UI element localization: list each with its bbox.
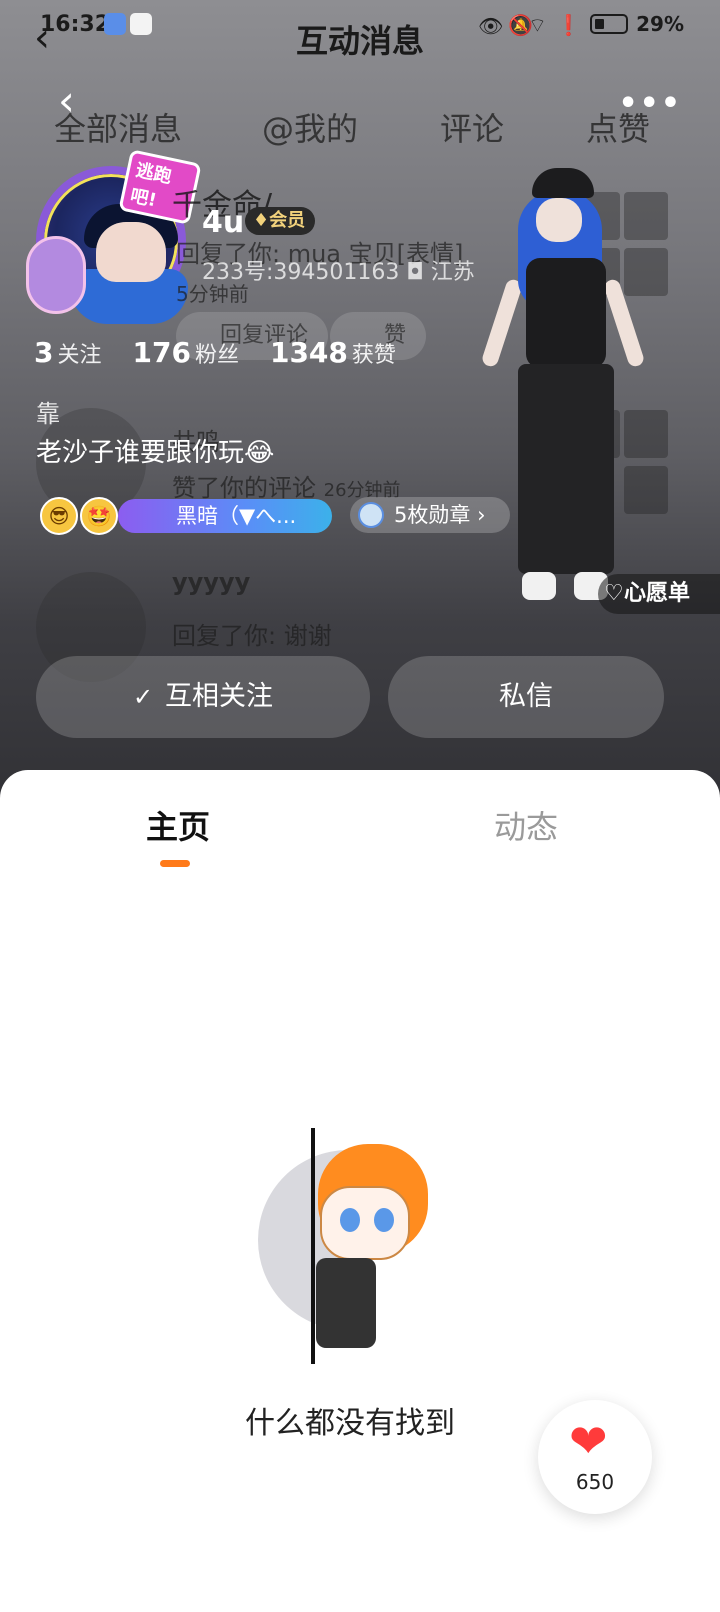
heart-icon: ❤: [569, 1414, 608, 1468]
mutual-follow-button[interactable]: ✓ 互相关注: [36, 656, 370, 738]
vip-badge[interactable]: ♦会员: [245, 207, 316, 235]
wishlist-label: 心愿单: [624, 581, 691, 606]
empty-state-illustration: [258, 1128, 438, 1364]
chevron-right-icon: ›: [477, 503, 486, 527]
avatar[interactable]: 逃跑吧!: [26, 149, 202, 326]
like-button[interactable]: ❤ 650: [538, 1400, 652, 1514]
stat-followers[interactable]: 176 粉丝: [133, 336, 239, 369]
vip-icon: ♦: [253, 210, 270, 231]
location-icon: ◘: [406, 260, 424, 285]
stat-following[interactable]: 3 关注: [34, 336, 102, 369]
tab-activity[interactable]: 动态: [494, 802, 558, 848]
frame-chibi-decoration: [26, 236, 86, 314]
ghost-reply-3: 回复了你: 谢谢: [172, 622, 332, 650]
tab-comments[interactable]: 评论: [440, 104, 504, 150]
medal-badge[interactable]: 5枚勋章 ›: [350, 497, 510, 533]
location-text: 江苏: [430, 260, 475, 285]
character-avatar[interactable]: [480, 168, 646, 618]
sunglasses-emoji-icon: 😎: [40, 497, 78, 535]
bio-line-2: 老沙子谁要跟你玩😂: [36, 438, 275, 468]
like-count: 650: [575, 1470, 615, 1494]
tab-home[interactable]: 主页: [146, 802, 210, 848]
profile-stats: 3 关注 176 粉丝 1348 获赞: [34, 336, 420, 369]
overlay-tabs: 全部消息 @我的 评论 点赞: [0, 104, 720, 148]
bio-line-1: 靠: [36, 400, 60, 428]
medal-label: 5枚勋章: [394, 503, 471, 527]
ghost-user-3: yyyyy: [172, 568, 251, 596]
overlay-title: 互动消息: [295, 22, 424, 60]
message-button[interactable]: 私信: [388, 656, 664, 738]
star-eyes-emoji-icon: 🤩: [80, 497, 118, 535]
check-icon: ✓: [132, 683, 154, 711]
heart-outline-icon: ♡: [604, 581, 624, 606]
stat-likes[interactable]: 1348 获赞: [270, 336, 396, 369]
profile-header: 16:32 👁 🔕 ⌔ ❗ 29% ‹ 互动消息 全部消息 @我的 评论 点赞 …: [0, 0, 720, 830]
tab-mentions[interactable]: @我的: [262, 104, 358, 150]
title-badge[interactable]: 黑暗（▼へ...: [118, 499, 332, 533]
medal-icon: [358, 502, 384, 528]
wishlist-button[interactable]: ♡ 心愿单: [598, 574, 720, 614]
active-tab-indicator: [160, 860, 190, 867]
back-icon[interactable]: ‹: [58, 76, 75, 125]
follow-label: 互相关注: [165, 681, 274, 712]
more-icon[interactable]: •••: [618, 86, 682, 121]
ghost-time: 5分钟前: [176, 282, 249, 306]
vip-label: 会员: [269, 210, 306, 231]
